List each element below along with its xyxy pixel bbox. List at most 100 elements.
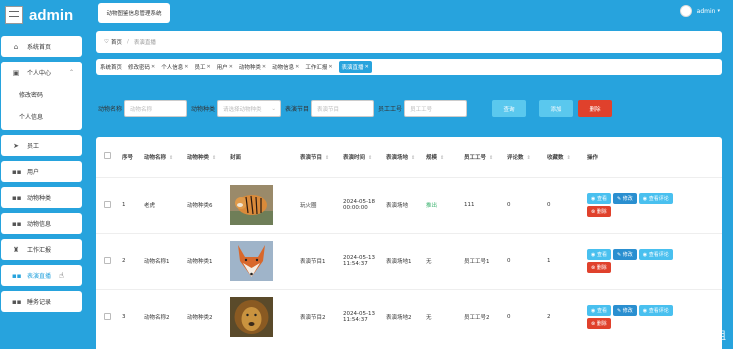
- view-comments-button[interactable]: ◉ 查看评论: [638, 305, 673, 317]
- edit-button[interactable]: ✎ 修改: [612, 249, 637, 260]
- table-header-row: 序号 动物名称 ⇕ 动物种类 ⇕ 封面 表演节目 ⇕ 表演时间 ⇕ 表演场地 ⇕ 规模 ⇕ …: [96, 137, 722, 177]
- edit-button[interactable]: ✎ 修改: [612, 305, 637, 317]
- close-icon[interactable]: ✕: [184, 64, 188, 70]
- tag-work-report[interactable]: 工作汇报 ✕: [305, 63, 332, 71]
- staff-id-input[interactable]: 员工工号: [404, 100, 468, 117]
- view-button[interactable]: ◉ 查看: [587, 249, 611, 260]
- sidebar-item-sleep-record[interactable]: ▪▪ 睡务记录: [1, 291, 82, 312]
- user-menu[interactable]: admin ▾: [679, 5, 720, 17]
- sidebar-item-work-report[interactable]: ♜ 工作汇报: [1, 239, 82, 260]
- sidebar-item-animal-types[interactable]: ▪▪ 动物种类: [1, 187, 82, 208]
- cell-type: 动物种类6: [183, 176, 226, 233]
- close-icon[interactable]: ✕: [262, 64, 266, 70]
- grid-icon: ▪▪: [12, 193, 22, 202]
- calendar-icon: ▣: [12, 68, 20, 77]
- table-row[interactable]: 2 动物名称1 动物种类1 表演节目1 2024-05-13 11:54:37 …: [96, 232, 722, 289]
- sort-icon: ⇕: [440, 154, 445, 161]
- cell-venue: 表演场地1: [382, 232, 422, 289]
- column-header[interactable]: 规模 ⇕: [422, 137, 460, 177]
- column-header[interactable]: 表演场地 ⇕: [382, 137, 422, 177]
- view-comments-button[interactable]: ◉ 查看评论: [638, 193, 673, 204]
- send-icon: ➤: [13, 141, 19, 150]
- column-header[interactable]: 表演时间 ⇕: [339, 137, 382, 177]
- system-name-button[interactable]: 动物图鉴信息管理系统: [98, 3, 170, 23]
- chevron-up-icon: ⌃: [68, 69, 74, 76]
- trash-icon: ⊗: [591, 320, 596, 327]
- tag-home[interactable]: 系统首页: [100, 63, 122, 71]
- delete-button[interactable]: 删除: [578, 100, 613, 117]
- tag-label: 表演直播: [341, 65, 364, 71]
- tag-profile[interactable]: 个人信息 ✕: [161, 63, 188, 71]
- close-icon[interactable]: ✕: [151, 64, 155, 70]
- cell-type: 动物种类1: [183, 232, 226, 289]
- tag-live-show[interactable]: 表演直播 ✕: [338, 61, 372, 73]
- row-checkbox[interactable]: [104, 256, 111, 264]
- table-row[interactable]: 1 老虎 动物种类6 玩火圈 2024-05-18 00:00:00 表演场地: [96, 176, 722, 233]
- sidebar-item-animal-info[interactable]: ▪▪ 动物信息: [1, 213, 82, 234]
- sort-icon: ⇕: [526, 154, 531, 161]
- program-label: 表演节目: [285, 106, 310, 113]
- sidebar-item-live-show[interactable]: ▪▪ 表演直播 ☝: [1, 265, 82, 286]
- sidebar-item-label: 睡务记录: [27, 299, 52, 306]
- tag-animal-types[interactable]: 动物种类 ✕: [239, 63, 266, 71]
- fox-cover-image: [230, 241, 273, 281]
- cell-venue: 表演场地: [382, 176, 422, 233]
- breadcrumb-separator: /: [126, 39, 129, 45]
- program-input[interactable]: 表演节目: [311, 100, 375, 117]
- tag-animal-info[interactable]: 动物信息 ✕: [272, 63, 299, 71]
- row-checkbox[interactable]: [104, 200, 111, 208]
- delete-label: 删除: [596, 321, 607, 328]
- delete-label: 删除: [596, 265, 607, 271]
- column-header[interactable]: 表演节目 ⇕: [296, 137, 339, 177]
- lion-cover-image: [230, 297, 273, 338]
- watermark: CSDN @学雨学姐: [636, 329, 726, 342]
- sidebar-item-label: 用户: [27, 169, 40, 176]
- column-header[interactable]: 收藏数 ⇕: [543, 137, 583, 177]
- close-icon[interactable]: ✕: [328, 64, 332, 70]
- column-header[interactable]: 员工工号 ⇕: [460, 137, 503, 177]
- cell-cover: [226, 232, 296, 289]
- select-all-checkbox[interactable]: [104, 152, 111, 160]
- row-checkbox[interactable]: [104, 312, 111, 320]
- user-name: admin: [696, 7, 716, 15]
- close-icon[interactable]: ✕: [229, 64, 233, 70]
- view-button[interactable]: ◉ 查看: [587, 305, 611, 317]
- cell-scale: 无: [422, 232, 460, 289]
- close-icon[interactable]: ✕: [206, 64, 210, 70]
- sidebar-item-users[interactable]: ▪▪ 用户: [1, 161, 82, 182]
- edit-icon: ✎: [616, 307, 622, 314]
- breadcrumb-home[interactable]: 首页: [111, 38, 122, 46]
- row-delete-button[interactable]: ⊗ 删除: [587, 206, 611, 217]
- search-button[interactable]: 查询: [492, 100, 527, 117]
- search-bar: 动物名称 动物名称 动物种类 请选择动物种类 ⌄ 表演节目 表演节目 员工工号 …: [98, 100, 613, 117]
- column-header-label: 动物种类: [187, 154, 210, 161]
- table-row[interactable]: 3 动物名称2 动物种类2 表演节目2 2024-05-13 11:54:37 …: [96, 288, 722, 345]
- view-label: 查看: [596, 196, 607, 202]
- tag-users[interactable]: 用户 ✕: [217, 63, 233, 71]
- avatar: [679, 5, 692, 17]
- animal-name-input[interactable]: 动物名称: [124, 100, 188, 117]
- sidebar-item-label: 工作汇报: [27, 247, 52, 254]
- sidebar-item-label: 员工: [27, 143, 40, 150]
- tag-staff[interactable]: 员工 ✕: [194, 63, 210, 71]
- column-header[interactable]: 动物种类 ⇕: [183, 137, 226, 177]
- close-icon[interactable]: ✕: [365, 64, 369, 70]
- view-comments-button[interactable]: ◉ 查看评论: [638, 249, 673, 260]
- animal-type-select[interactable]: 请选择动物种类 ⌄: [217, 100, 282, 117]
- edit-label: 修改: [622, 196, 633, 202]
- column-header[interactable]: 评论数 ⇕: [503, 137, 543, 177]
- view-button[interactable]: ◉ 查看: [587, 193, 611, 204]
- sidebar-subitem-change-password[interactable]: 修改密码: [1, 83, 82, 105]
- sidebar-item-personal-center[interactable]: ▣ 个人中心 ⌃: [1, 62, 82, 83]
- row-delete-button[interactable]: ⊗ 删除: [587, 318, 611, 330]
- cursor-icon: ☝: [59, 271, 64, 280]
- close-icon[interactable]: ✕: [295, 64, 299, 70]
- edit-button[interactable]: ✎ 修改: [612, 193, 637, 204]
- sidebar-item-staff[interactable]: ➤ 员工: [1, 135, 82, 156]
- column-header[interactable]: 动物名称 ⇕: [140, 137, 183, 177]
- row-delete-button[interactable]: ⊗ 删除: [587, 262, 611, 273]
- tag-change-password[interactable]: 修改密码 ✕: [128, 63, 155, 71]
- sidebar-subitem-profile[interactable]: 个人信息: [1, 105, 82, 127]
- add-button[interactable]: 添加: [539, 100, 574, 117]
- sidebar-item-home[interactable]: ⌂ 系统首页: [1, 36, 82, 57]
